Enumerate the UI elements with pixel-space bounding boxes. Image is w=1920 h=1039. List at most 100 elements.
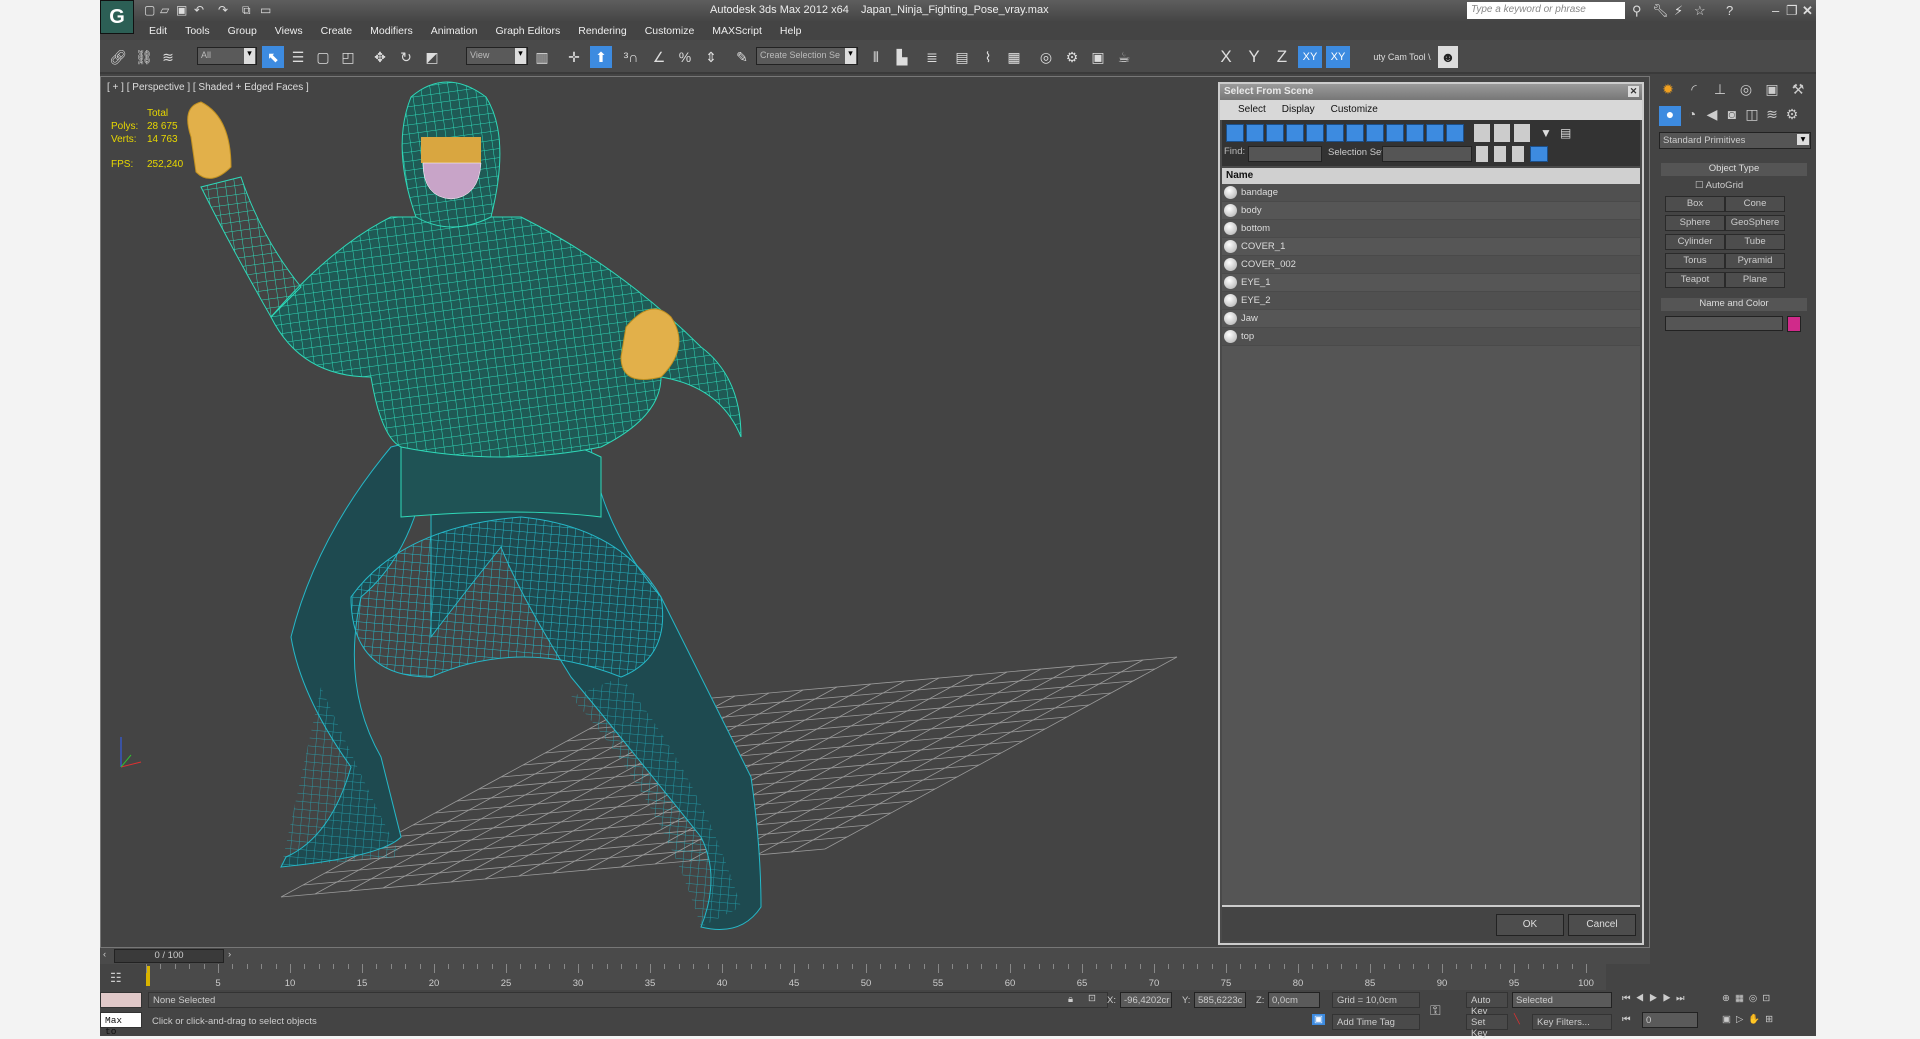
list-item[interactable]: Jaw — [1222, 310, 1640, 328]
playback-controls[interactable]: ⏮◀▶▶⏭ — [1622, 993, 1690, 1004]
timeline-track[interactable]: 5 10 15 20 25 30 35 40 45 50 55 60 65 70 75 80 85 90 95 100 — [146, 964, 1606, 990]
binoculars-icon[interactable]: ⚲ — [1632, 3, 1642, 19]
current-frame-field[interactable]: 0 — [1642, 1012, 1698, 1028]
create-torus-button[interactable]: Torus — [1665, 253, 1725, 269]
display-hidden-icon[interactable] — [1446, 124, 1464, 142]
systems-icon[interactable]: ⚙ — [1781, 106, 1803, 126]
undo-icon[interactable]: ↶ — [194, 3, 204, 17]
rendered-frame-icon[interactable]: ▣ — [1088, 46, 1108, 68]
wrench-icon[interactable]: 🔧︎ — [1652, 3, 1669, 19]
curve-editor-icon[interactable]: ⌇ — [978, 46, 998, 68]
selection-filter-dropdown[interactable]: All — [197, 47, 257, 65]
move-icon[interactable]: ✥ — [370, 46, 390, 68]
menu-maxscript[interactable]: MAXScript — [703, 22, 771, 40]
autogrid-checkbox[interactable]: ☐ AutoGrid — [1695, 180, 1743, 191]
lock-selection-icon[interactable]: 🔒︎ — [1068, 994, 1073, 1005]
create-sphere-button[interactable]: Sphere — [1665, 215, 1725, 231]
display-spacewarps-icon[interactable] — [1326, 124, 1344, 142]
key-mode-toggle-icon[interactable]: ⏮ — [1622, 1014, 1631, 1025]
lights-icon[interactable]: ◀ — [1701, 106, 1723, 126]
axis-xy-button[interactable]: XY — [1298, 46, 1322, 68]
redo-icon[interactable]: ↷ — [218, 3, 228, 17]
schematic-view-icon[interactable]: ▦ — [1004, 46, 1024, 68]
time-tag-icon[interactable]: ▣ — [1312, 1014, 1325, 1025]
display-helpers-icon[interactable] — [1306, 124, 1324, 142]
prev-frame-icon[interactable]: ‹ — [103, 949, 106, 960]
create-cylinder-button[interactable]: Cylinder — [1665, 234, 1725, 250]
axis-z-button[interactable]: Z — [1272, 46, 1292, 68]
help-icon[interactable]: ? — [1726, 3, 1733, 18]
material-editor-icon[interactable]: ◎ — [1036, 46, 1056, 68]
filter-icon[interactable]: ▼ — [1540, 122, 1552, 144]
select-manipulate-icon[interactable]: ✛ — [564, 46, 584, 68]
spinner-snap-icon[interactable]: ⇕ — [700, 46, 722, 68]
rectangular-selection-icon[interactable]: ▢ — [312, 46, 334, 68]
align-icon[interactable]: ▙ — [892, 46, 912, 68]
select-all-icon[interactable] — [1474, 124, 1490, 142]
percent-snap-icon[interactable]: % — [674, 46, 696, 68]
dialog-close-icon[interactable]: ✕ — [1628, 86, 1639, 97]
display-cameras-icon[interactable] — [1286, 124, 1304, 142]
cancel-button[interactable]: Cancel — [1568, 914, 1636, 936]
render-teapot-icon[interactable]: ☕︎ — [1114, 46, 1134, 68]
display-xrefs-icon[interactable] — [1366, 124, 1384, 142]
cam-tool-label[interactable]: uty Cam Tool \ — [1370, 46, 1434, 68]
next-frame-icon[interactable]: › — [228, 949, 231, 960]
select-object-button[interactable]: ⬉ — [262, 46, 284, 68]
set-key-icon[interactable]: ╲ — [1514, 1014, 1520, 1025]
display-shapes-icon[interactable] — [1246, 124, 1264, 142]
axis-y-button[interactable]: Y — [1244, 46, 1264, 68]
motion-tab-icon[interactable]: ◎ — [1735, 81, 1757, 101]
auto-key-button[interactable]: Auto Key — [1466, 992, 1508, 1017]
render-setup-icon[interactable]: ⚙ — [1062, 46, 1082, 68]
create-pyramid-button[interactable]: Pyramid — [1725, 253, 1785, 269]
menu-animation[interactable]: Animation — [422, 22, 487, 40]
scene-explorer-icon[interactable]: ▤ — [952, 46, 972, 68]
time-slider[interactable]: 0 / 100 — [114, 949, 224, 963]
select-none-icon[interactable] — [1494, 124, 1510, 142]
z-coordinate-field[interactable]: 0,0cm — [1268, 992, 1320, 1008]
display-lights-icon[interactable] — [1266, 124, 1284, 142]
list-item[interactable]: COVER_002 — [1222, 256, 1640, 274]
menu-create[interactable]: Create — [312, 22, 362, 40]
name-and-color-rollout[interactable]: Name and Color — [1661, 298, 1807, 311]
y-coordinate-field[interactable]: 585,6223c — [1194, 992, 1246, 1008]
cameras-icon[interactable]: ◙ — [1721, 106, 1743, 126]
mini-curve-editor-icon[interactable]: ☷ — [110, 970, 122, 986]
display-geometry-icon[interactable] — [1226, 124, 1244, 142]
add-to-set-icon[interactable] — [1494, 146, 1506, 162]
geometry-icon[interactable]: ● — [1659, 106, 1681, 126]
modify-tab-icon[interactable]: ◜ — [1683, 81, 1705, 101]
list-item[interactable]: COVER_1 — [1222, 238, 1640, 256]
key-mode-dropdown[interactable]: Selected — [1512, 992, 1612, 1008]
viewport-navigation-controls[interactable]: ⊕▦◎⊡ — [1722, 993, 1775, 1004]
shapes-icon[interactable]: ◔ — [1681, 106, 1703, 126]
select-invert-icon[interactable] — [1514, 124, 1530, 142]
menu-tools[interactable]: Tools — [176, 22, 219, 40]
angle-snap-icon[interactable]: ∠ — [648, 46, 670, 68]
list-item[interactable]: EYE_2 — [1222, 292, 1640, 310]
ok-button[interactable]: OK — [1496, 914, 1564, 936]
maxscript-listener-input[interactable]: Max to — [100, 1012, 142, 1037]
display-frozen-icon[interactable] — [1426, 124, 1444, 142]
edit-named-selection-icon[interactable]: ✎ — [732, 46, 752, 68]
selection-set-dropdown[interactable] — [1382, 146, 1472, 162]
set-options-icon[interactable] — [1530, 146, 1548, 162]
window-icon[interactable]: ▭ — [260, 3, 271, 17]
list-item[interactable]: top — [1222, 328, 1640, 346]
app-logo-button[interactable]: G — [100, 0, 134, 34]
object-type-rollout[interactable]: Object Type — [1661, 163, 1807, 176]
axis-x-button[interactable]: X — [1216, 46, 1236, 68]
restore-icon[interactable]: ❐ — [1786, 3, 1798, 19]
reference-coordinate-dropdown[interactable]: View — [466, 47, 528, 65]
window-crossing-icon[interactable]: ◰ — [338, 46, 358, 68]
name-column-header[interactable]: Name — [1222, 168, 1640, 184]
minimize-icon[interactable]: – — [1772, 3, 1779, 18]
project-icon[interactable]: ⧉ — [242, 3, 251, 18]
category-dropdown[interactable]: Standard Primitives ▾ — [1659, 132, 1811, 149]
create-geosphere-button[interactable]: GeoSphere — [1725, 215, 1785, 231]
object-name-input[interactable] — [1665, 316, 1783, 331]
list-item[interactable]: EYE_1 — [1222, 274, 1640, 292]
hierarchy-tab-icon[interactable]: ⊥ — [1709, 81, 1731, 101]
display-groups-icon[interactable] — [1346, 124, 1364, 142]
